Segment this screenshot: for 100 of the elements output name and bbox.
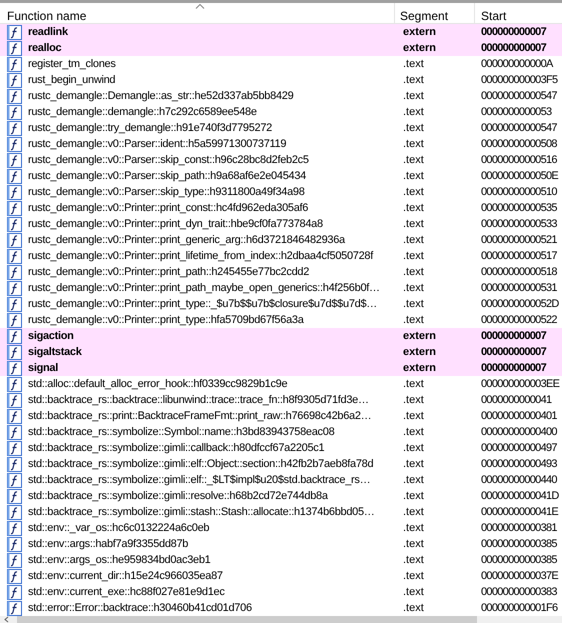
segment-name: .text <box>403 266 424 278</box>
start-address: 000000000007 <box>481 346 546 358</box>
table-row[interactable]: rustc_demangle::v0::Printer::print_type::_$u7b$$u7b$closure$u7d$$u7d$… .text 0000000000052D <box>0 296 562 312</box>
function-icon <box>7 248 22 264</box>
function-name: std::backtrace_rs::symbolize::gimli::elf::_$LT$impl$u20$std.backtrace_rs… <box>28 472 370 488</box>
function-name: realloc <box>28 40 62 56</box>
table-row[interactable]: rustc_demangle::v0::Parser::skip_path::h9a68af6e2e045434 .text 0000000000050E <box>0 168 562 184</box>
start-address: 00000000000547 <box>481 122 557 134</box>
table-row[interactable]: rustc_demangle::v0::Printer::print_lifetime_from_index::h2dbaa4cf5050728f .text 00000000000517 <box>0 248 562 264</box>
segment-name: .text <box>403 202 424 214</box>
function-name: rustc_demangle::v0::Printer::print_path::h245455e77bc2cdd2 <box>28 264 310 280</box>
table-row[interactable]: std::env::current_exe::hc88f027e81e9d1ec .text 00000000000383 <box>0 584 562 600</box>
function-name: rustc_demangle::v0::Parser::skip_path::h9a68af6e2e045434 <box>28 168 306 184</box>
function-icon <box>7 456 22 472</box>
table-row[interactable]: std::env::args_os::he959834bd0ac3eb1 .text 00000000000385 <box>0 552 562 568</box>
start-address: 00000000000518 <box>481 266 557 278</box>
start-address: 000000000007 <box>481 26 546 38</box>
table-row[interactable]: signal extern 000000000007 <box>0 360 562 376</box>
table-row[interactable]: rustc_demangle::try_demangle::h91e740f3d7795272 .text 00000000000547 <box>0 120 562 136</box>
segment-name: .text <box>403 298 424 310</box>
table-row[interactable]: register_tm_clones .text 000000000000A <box>0 56 562 72</box>
segment-name: .text <box>403 474 424 486</box>
function-name: std::env::current_dir::h15e24c966035ea87 <box>28 568 223 584</box>
segment-name: .text <box>403 506 424 518</box>
table-row[interactable]: rustc_demangle::v0::Printer::print_const::hc4fd962eda305af6 .text 00000000000535 <box>0 200 562 216</box>
column-header[interactable]: Start <box>475 3 562 23</box>
table-row[interactable]: std::env::_var_os::hc6c0132224a6c0eb .text 00000000000381 <box>0 520 562 536</box>
function-name: std::env::args_os::he959834bd0ac3eb1 <box>28 552 210 568</box>
start-address: 00000000000517 <box>481 250 557 262</box>
segment-name: .text <box>403 234 424 246</box>
segment-name: .text <box>403 138 424 150</box>
start-address: 000000000000A <box>481 58 553 70</box>
function-name: rustc_demangle::demangle::h7c292c6589ee548e <box>28 104 257 120</box>
function-name: std::backtrace_rs::symbolize::gimli::elf::Object::section::h42fb2b7aeb8fa78d <box>28 456 374 472</box>
table-row[interactable]: rustc_demangle::v0::Parser::skip_const::h96c28bc8d2feb2c5 .text 00000000000516 <box>0 152 562 168</box>
start-address: 000000000003F5 <box>481 74 558 86</box>
segment-name: extern <box>403 330 436 342</box>
table-row[interactable]: rustc_demangle::v0::Printer::print_generic_arg::h6d3721846482936a .text 00000000000521 <box>0 232 562 248</box>
table-row[interactable]: rustc_demangle::v0::Parser::ident::h5a59971300737119 .text 00000000000508 <box>0 136 562 152</box>
start-address: 000000000007 <box>481 42 546 54</box>
function-name: std::backtrace_rs::symbolize::gimli::resolve::h68b2cd72e744db8a <box>28 488 328 504</box>
table-row[interactable]: realloc extern 000000000007 <box>0 40 562 56</box>
table-row[interactable]: rust_begin_unwind .text 000000000003F5 <box>0 72 562 88</box>
table-row[interactable]: rustc_demangle::v0::Parser::skip_type::h9311800a49f34a98 .text 00000000000510 <box>0 184 562 200</box>
table-row[interactable]: rustc_demangle::v0::Printer::print_path_maybe_open_generics::h4f256b0f… .text 00000000000531 <box>0 280 562 296</box>
start-address: 00000000000516 <box>481 154 557 166</box>
table-row[interactable]: std::backtrace_rs::symbolize::gimli::elf::Object::section::h42fb2b7aeb8fa78d .text 00000000000493 <box>0 456 562 472</box>
segment-name: extern <box>403 346 436 358</box>
segment-name: .text <box>403 170 424 182</box>
function-name: std::backtrace_rs::symbolize::Symbol::name::h3bd83943758eac08 <box>28 424 334 440</box>
function-icon <box>7 584 22 600</box>
function-icon <box>7 152 22 168</box>
table-row[interactable]: std::backtrace_rs::print::BacktraceFrameFmt::print_raw::h76698c42b6a2… .text 00000000000401 <box>0 408 562 424</box>
column-header[interactable]: Function name <box>0 3 395 23</box>
function-icon <box>7 56 22 72</box>
table-row[interactable]: std::env::current_dir::h15e24c966035ea87 .text 0000000000037E <box>0 568 562 584</box>
function-icon <box>7 504 22 520</box>
function-name: signal <box>28 360 58 376</box>
function-name: std::env::current_exe::hc88f027e81e9d1ec <box>28 584 225 600</box>
table-row[interactable]: std::alloc::default_alloc_error_hook::hf0339cc9829b1c9e .text 000000000003EE <box>0 376 562 392</box>
table-row[interactable]: readlink extern 000000000007 <box>0 24 562 40</box>
table-row[interactable]: std::backtrace_rs::symbolize::gimli::elf::_$LT$impl$u20$std.backtrace_rs… .text 00000000000440 <box>0 472 562 488</box>
function-icon <box>7 472 22 488</box>
function-name: rustc_demangle::v0::Printer::print_path_maybe_open_generics::h4f256b0f… <box>28 280 380 296</box>
table-row[interactable]: rustc_demangle::v0::Printer::print_path::h245455e77bc2cdd2 .text 00000000000518 <box>0 264 562 280</box>
function-icon <box>7 200 22 216</box>
function-icon <box>7 376 22 392</box>
start-address: 000000000001F6 <box>481 602 558 614</box>
segment-name: .text <box>403 122 424 134</box>
table-row[interactable]: rustc_demangle::demangle::h7c292c6589ee548e .text 0000000000053 <box>0 104 562 120</box>
function-name: readlink <box>28 24 68 40</box>
sort-indicator-icon <box>195 4 205 9</box>
segment-name: .text <box>403 538 424 550</box>
start-address: 00000000000531 <box>481 282 557 294</box>
table-row[interactable]: sigaltstack extern 000000000007 <box>0 344 562 360</box>
table-row[interactable]: rustc_demangle::v0::Printer::print_type::hfa5709bd67f56a3a .text 00000000000522 <box>0 312 562 328</box>
start-address: 0000000000041E <box>481 506 558 518</box>
table-row[interactable]: std::error::Error::backtrace::h30460b41cd01d706 .text 000000000001F6 <box>0 600 562 616</box>
table-row[interactable]: std::backtrace_rs::symbolize::gimli::stash::Stash::allocate::h1374b6bbd05… .text 0000000000041E <box>0 504 562 520</box>
table-row[interactable]: std::backtrace_rs::symbolize::gimli::resolve::h68b2cd72e744db8a .text 0000000000041D <box>0 488 562 504</box>
function-icon <box>7 424 22 440</box>
function-name: std::backtrace_rs::backtrace::libunwind::trace::trace_fn::h8f9305d71fd3e… <box>28 392 369 408</box>
scrollbar-thumb[interactable] <box>17 616 477 623</box>
table-row[interactable]: std::backtrace_rs::symbolize::Symbol::name::h3bd83943758eac08 .text 00000000000400 <box>0 424 562 440</box>
table-row[interactable]: std::backtrace_rs::symbolize::gimli::callback::h80dfccf67a2205c1 .text 00000000000497 <box>0 440 562 456</box>
function-icon <box>7 408 22 424</box>
start-address: 00000000000493 <box>481 458 557 470</box>
function-name: sigaltstack <box>28 344 82 360</box>
table-row[interactable]: rustc_demangle::v0::Printer::print_dyn_trait::hbe9cf0fa773784a8 .text 00000000000533 <box>0 216 562 232</box>
column-header[interactable]: Segment <box>395 3 475 23</box>
function-name: std::env::args::habf7a9f3355dd87b <box>28 536 188 552</box>
start-address: 0000000000041 <box>481 394 552 406</box>
function-icon <box>7 552 22 568</box>
table-row[interactable]: sigaction extern 000000000007 <box>0 328 562 344</box>
table-row[interactable]: std::backtrace_rs::backtrace::libunwind::trace::trace_fn::h8f9305d71fd3e… .text 0000000000041 <box>0 392 562 408</box>
segment-name: .text <box>403 90 424 102</box>
table-row[interactable]: std::env::args::habf7a9f3355dd87b .text 00000000000385 <box>0 536 562 552</box>
table-row[interactable]: rustc_demangle::Demangle::as_str::he52d337ab5bb8429 .text 00000000000547 <box>0 88 562 104</box>
function-icon <box>7 488 22 504</box>
function-icon <box>7 280 22 296</box>
